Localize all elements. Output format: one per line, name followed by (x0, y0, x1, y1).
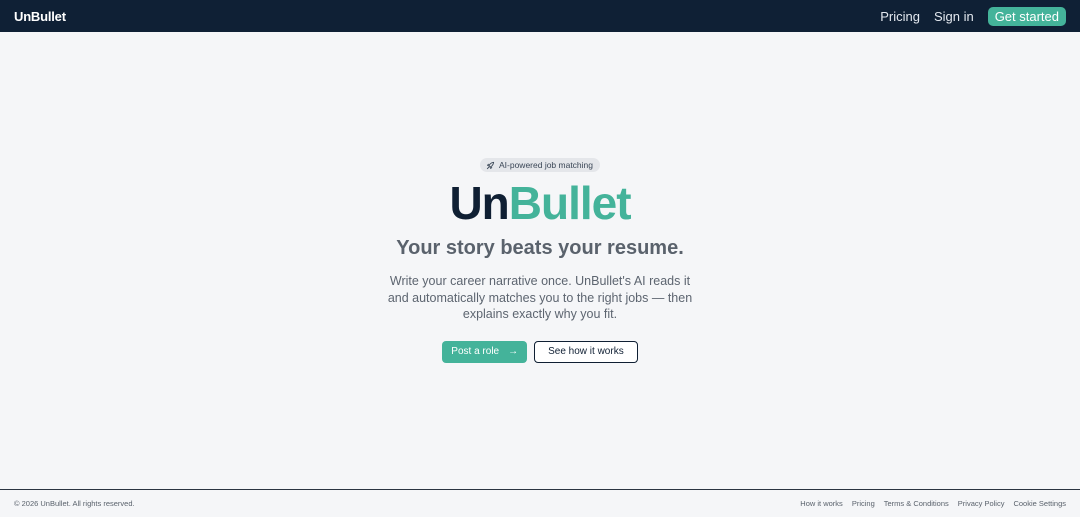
page-footer: © 2026 UnBullet. All rights reserved. Ho… (0, 489, 1080, 517)
nav-link-pricing[interactable]: Pricing (880, 9, 920, 24)
hero-title-part1: Un (449, 177, 509, 229)
footer-links: How it works Pricing Terms & Conditions … (791, 499, 1066, 508)
hero-title: UnBullet (449, 177, 632, 229)
footer-link-how-it-works[interactable]: How it works (800, 499, 843, 508)
footer-link-privacy[interactable]: Privacy Policy (958, 499, 1005, 508)
top-nav: Pricing Sign in Get started (880, 6, 1066, 26)
hero-section: AI-powered job matching UnBullet Your st… (0, 32, 1080, 489)
copyright-text: © 2026 UnBullet. All rights reserved. (14, 499, 135, 508)
post-role-label: Post a role (451, 346, 500, 357)
nav-link-sign-in[interactable]: Sign in (934, 9, 974, 24)
hero-title-part2: Bullet (508, 177, 632, 229)
footer-link-terms[interactable]: Terms & Conditions (884, 499, 949, 508)
footer-link-pricing[interactable]: Pricing (852, 499, 875, 508)
footer-link-cookie-settings[interactable]: Cookie Settings (1013, 499, 1066, 508)
brand-logo[interactable]: UnBullet (14, 9, 66, 24)
feature-badge-text: AI-powered job matching (498, 160, 594, 170)
hero-description: Write your career narrative once. UnBull… (387, 274, 693, 321)
hero-actions: Post a role → See how it works (442, 340, 638, 363)
rocket-icon (486, 161, 495, 170)
post-role-button[interactable]: Post a role → (442, 340, 528, 363)
hero-subtitle: Your story beats your resume. (396, 237, 684, 259)
feature-badge: AI-powered job matching (479, 158, 601, 172)
arrow-right-icon: → (508, 346, 519, 357)
top-navbar: UnBullet Pricing Sign in Get started (0, 0, 1080, 32)
get-started-button[interactable]: Get started (987, 6, 1066, 26)
see-how-it-works-button[interactable]: See how it works (534, 340, 638, 363)
